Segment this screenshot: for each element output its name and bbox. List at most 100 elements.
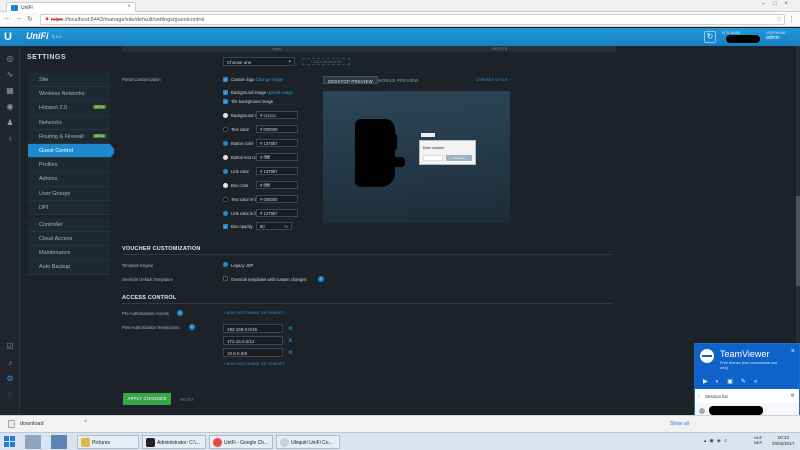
download-item[interactable]: download ^: [6, 419, 91, 430]
sidebar-item-user-groups[interactable]: User Groups: [28, 187, 110, 201]
tab-mobile-preview[interactable]: MOBILE PREVIEW: [374, 76, 423, 84]
refresh-button[interactable]: ↻: [704, 31, 716, 43]
link-color-input[interactable]: # 1379b7: [256, 167, 298, 175]
username: admin: [766, 35, 780, 41]
system-clock[interactable]: 10:13 20/02/2017: [772, 435, 795, 447]
reset-style-link[interactable]: ↺ RESET STYLE: [476, 77, 508, 82]
statistics-icon[interactable]: ∿: [5, 70, 15, 80]
text-color-swatch[interactable]: [223, 127, 228, 132]
url-input[interactable]: ▲ https://localhost:8443/manage/site/def…: [40, 14, 785, 25]
text-color-input[interactable]: # 000000: [256, 125, 298, 133]
sidebar-item-dpi[interactable]: DPI: [28, 201, 110, 215]
sidebar-item-cloud-access[interactable]: Cloud Access: [28, 232, 110, 247]
sidebar-item-networks[interactable]: Networks: [28, 116, 110, 130]
back-icon[interactable]: ←: [4, 15, 11, 22]
sidebar-item-auto-backup[interactable]: Auto Backup: [28, 260, 110, 275]
session-list[interactable]: › Session list ⚙: [695, 389, 799, 403]
tab-close-icon[interactable]: ×: [127, 4, 131, 10]
post-auth-subnet-input[interactable]: 192.168.0.0/16: [223, 324, 283, 333]
upload-image-link[interactable]: Upload image: [267, 90, 293, 95]
reset-button[interactable]: RESET: [180, 397, 194, 402]
post-auth-subnet-input[interactable]: 172.16.0.0/12: [223, 336, 283, 345]
site-selector[interactable]: SITE NAME: [722, 31, 762, 43]
sidebar-item-admins[interactable]: Admins: [28, 172, 110, 187]
map-icon[interactable]: ▦: [5, 86, 15, 96]
sidebar-item-site[interactable]: Site: [28, 73, 110, 88]
info-icon[interactable]: i: [318, 276, 324, 282]
teamviewer-toolbar[interactable]: ▶◐▣✎»: [703, 378, 765, 385]
reload-icon[interactable]: ↻: [27, 15, 33, 23]
sidebar-item-profiles[interactable]: Profiles: [28, 158, 110, 173]
button-color-swatch[interactable]: [223, 141, 228, 146]
dashboard-icon[interactable]: ◎: [5, 54, 15, 64]
info-icon[interactable]: i: [177, 310, 183, 316]
delete-link[interactable]: DELETE: [492, 46, 508, 51]
devices-icon[interactable]: ◉: [5, 102, 15, 112]
settings-icon[interactable]: ⚙: [5, 374, 15, 384]
info-icon[interactable]: i: [189, 324, 195, 330]
browser-menu-icon[interactable]: ⋮: [788, 15, 795, 23]
quicklaunch-network-icon[interactable]: [51, 435, 67, 449]
link-color-in-box-input[interactable]: # 1379b7: [256, 209, 298, 217]
bookmark-star-icon[interactable]: ☆: [776, 15, 782, 23]
user-menu[interactable]: USERNAME admin: [766, 31, 798, 41]
link-color-in-box-swatch[interactable]: [223, 211, 228, 216]
button-color-input[interactable]: # 1379b7: [256, 139, 298, 147]
apply-changes-button[interactable]: APPLY CHANGES: [123, 393, 171, 405]
teamviewer-close-icon[interactable]: ×: [791, 348, 795, 355]
show-all-downloads-link[interactable]: Show all: [670, 421, 689, 427]
taskbar-item-unifi[interactable]: Ubiquiti UniFi Co...: [276, 435, 340, 449]
add-language-button[interactable]: + ADD LANGUAGE: [302, 58, 350, 65]
gear-icon[interactable]: ⚙: [791, 393, 795, 399]
tasks-icon[interactable]: ☑: [5, 342, 15, 352]
sidebar-item-guest-control[interactable]: Guest Control: [28, 143, 116, 159]
box-color-swatch[interactable]: [223, 183, 228, 188]
input-language[interactable]: HUF BEP: [754, 435, 762, 445]
start-button[interactable]: [4, 436, 16, 448]
chat-icon[interactable]: ◌: [5, 390, 15, 400]
background-color-input[interactable]: # cccccc: [256, 111, 298, 119]
add-hostname-post-auth-button[interactable]: + ADD HOSTNAME OR SUBNET: [223, 362, 285, 366]
clients-icon[interactable]: ♟: [5, 118, 15, 128]
chevron-up-icon[interactable]: ^: [84, 420, 87, 426]
sidebar-item-wireless-networks[interactable]: Wireless Networks: [28, 87, 110, 102]
text-color-in-box-input[interactable]: # 000000: [256, 195, 298, 203]
insights-icon[interactable]: ♁: [5, 134, 15, 144]
add-hostname-pre-auth-button[interactable]: + ADD HOSTNAME OR SUBNET: [223, 311, 285, 315]
legacy-jsp-radio[interactable]: [223, 262, 228, 267]
taskbar-item-chrome[interactable]: UniFi - Google Ch...: [209, 435, 273, 449]
sidebar-item-hotspot[interactable]: Hotspot 2.0 BETA: [28, 101, 110, 116]
window-controls[interactable]: –□×: [762, 1, 796, 7]
language-select[interactable]: Choose one ▾: [223, 57, 295, 66]
remove-subnet-close-icon[interactable]: ×: [288, 324, 293, 333]
tile-background-checkbox[interactable]: ✓: [223, 99, 228, 104]
override-templates-checkbox[interactable]: [223, 276, 228, 281]
box-opacity-input[interactable]: 90%: [256, 222, 292, 230]
link-color-swatch[interactable]: [223, 169, 228, 174]
background-image-label: Background image: [231, 90, 266, 95]
custom-logo-checkbox[interactable]: ✓: [223, 77, 228, 82]
box-opacity-checkbox[interactable]: ✓: [223, 224, 228, 229]
main-scrollbar-thumb[interactable]: [796, 196, 800, 286]
taskbar-item-pictures[interactable]: Pictures: [77, 435, 139, 449]
box-color-input[interactable]: # ffffff: [256, 181, 298, 189]
alerts-icon[interactable]: ♪: [5, 358, 15, 368]
system-tray-icons[interactable]: ▴◉◈♫: [704, 438, 730, 444]
sidebar-item-controller[interactable]: Controller: [28, 218, 110, 233]
tab-desktop-preview[interactable]: DESKTOP PREVIEW: [323, 76, 378, 84]
sidebar-item-routing-firewall[interactable]: Routing & Firewall BETA: [28, 130, 110, 144]
taskbar-item-cmd[interactable]: Administrator: C:\...: [142, 435, 206, 449]
button-text-color-input[interactable]: # ffffff: [256, 153, 298, 161]
remove-subnet-close-icon[interactable]: ×: [288, 348, 293, 357]
forward-icon[interactable]: →: [15, 15, 22, 22]
background-color-swatch[interactable]: [223, 113, 228, 118]
sidebar-item-maintenance[interactable]: Maintenance: [28, 246, 110, 261]
post-auth-subnet-input[interactable]: 10.0.0.0/8: [223, 348, 283, 357]
browser-tab[interactable]: UniFi ×: [6, 2, 136, 12]
remove-subnet-close-icon[interactable]: ×: [288, 336, 293, 345]
button-text-color-swatch[interactable]: [223, 155, 228, 160]
background-image-checkbox[interactable]: ✓: [223, 90, 228, 95]
change-image-link[interactable]: Change image: [256, 77, 283, 82]
text-color-in-box-swatch[interactable]: [223, 197, 228, 202]
quicklaunch-explorer-icon[interactable]: [25, 435, 41, 449]
